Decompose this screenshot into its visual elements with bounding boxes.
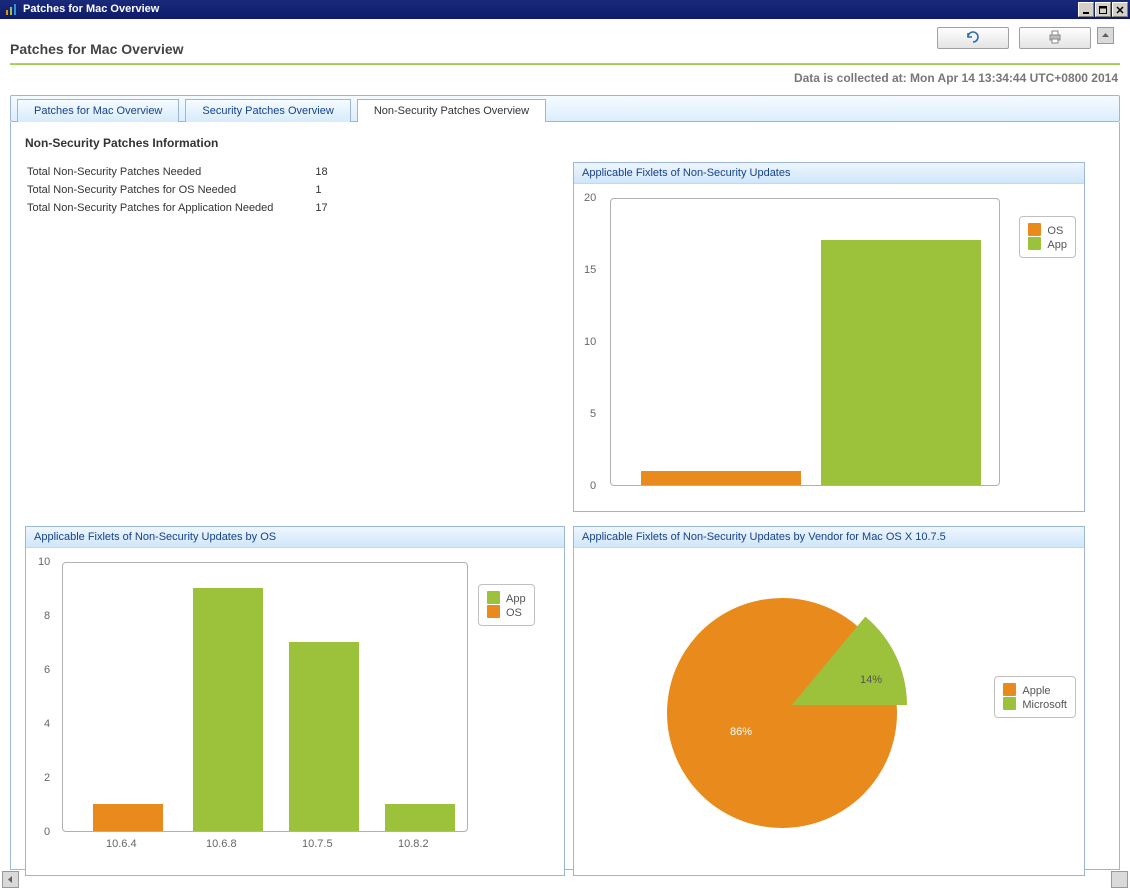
pie-slice-label: 86%	[730, 726, 752, 738]
table-row: Total Non-Security Patches Needed18	[27, 164, 328, 180]
window-title: Patches for Mac Overview	[23, 0, 159, 19]
maximize-button[interactable]	[1095, 2, 1111, 17]
axis-tick: 10.8.2	[398, 838, 429, 850]
legend-swatch	[1003, 697, 1016, 710]
legend-swatch	[1028, 223, 1041, 236]
chart-legend: Apple Microsoft	[994, 676, 1076, 718]
legend-item: App	[487, 591, 526, 605]
legend-label: App	[506, 593, 526, 605]
window-titlebar: Patches for Mac Overview	[0, 0, 1130, 19]
legend-swatch	[487, 591, 500, 604]
legend-label: Apple	[1022, 685, 1050, 697]
pie-chart	[582, 553, 982, 865]
chart-legend: OS App	[1019, 216, 1076, 258]
legend-label: Microsoft	[1022, 699, 1067, 711]
axis-tick: 20	[584, 192, 596, 204]
legend-label: App	[1047, 239, 1067, 251]
bar-10-6-4	[93, 804, 163, 831]
pie-slice-label: 14%	[860, 674, 882, 686]
scroll-left-arrow[interactable]	[2, 871, 19, 888]
axis-tick: 10.7.5	[302, 838, 333, 850]
legend-label: OS	[506, 607, 522, 619]
tab-content: Non-Security Patches Information Total N…	[10, 122, 1120, 870]
legend-item: OS	[487, 605, 526, 619]
bar-10-6-8	[193, 588, 263, 831]
close-button[interactable]	[1112, 2, 1128, 17]
info-value: 1	[275, 182, 327, 198]
axis-tick: 15	[584, 264, 596, 276]
chart-plot-area	[610, 198, 1000, 486]
data-collected-stamp: Data is collected at: Mon Apr 14 13:34:4…	[10, 65, 1120, 95]
chart-legend: App OS	[478, 584, 535, 626]
bar-os	[641, 471, 801, 485]
legend-item: App	[1028, 237, 1067, 251]
info-table: Total Non-Security Patches Needed18 Tota…	[25, 162, 330, 218]
axis-tick: 10.6.8	[206, 838, 237, 850]
chart-panel-fixlets: Applicable Fixlets of Non-Security Updat…	[573, 162, 1085, 512]
legend-item: Microsoft	[1003, 697, 1067, 711]
bar-app	[821, 240, 981, 485]
tab-strip: Patches for Mac Overview Security Patche…	[10, 95, 1120, 122]
refresh-icon	[965, 30, 981, 47]
axis-tick: 0	[590, 480, 596, 492]
legend-swatch	[1003, 683, 1016, 696]
chart-panel-by-vendor: Applicable Fixlets of Non-Security Updat…	[573, 526, 1085, 876]
table-row: Total Non-Security Patches for Applicati…	[27, 200, 328, 216]
axis-tick: 10	[38, 556, 50, 568]
tab-patches-overview[interactable]: Patches for Mac Overview	[17, 99, 179, 122]
panel-title: Applicable Fixlets of Non-Security Updat…	[574, 163, 1084, 184]
print-button[interactable]	[1019, 27, 1091, 49]
legend-label: OS	[1047, 225, 1063, 237]
axis-tick: 10	[584, 336, 596, 348]
legend-item: Apple	[1003, 683, 1067, 697]
section-title: Non-Security Patches Information	[25, 136, 1111, 150]
info-value: 18	[275, 164, 327, 180]
scroll-up-arrow[interactable]	[1097, 27, 1114, 44]
tab-security-patches[interactable]: Security Patches Overview	[185, 99, 350, 122]
legend-swatch	[1028, 237, 1041, 250]
minimize-button[interactable]	[1078, 2, 1094, 17]
info-value: 17	[275, 200, 327, 216]
legend-item: OS	[1028, 223, 1067, 237]
axis-tick: 6	[44, 664, 50, 676]
legend-swatch	[487, 605, 500, 618]
info-label: Total Non-Security Patches Needed	[27, 164, 273, 180]
panel-title: Applicable Fixlets of Non-Security Updat…	[574, 527, 1084, 548]
refresh-button[interactable]	[937, 27, 1009, 49]
axis-tick: 2	[44, 772, 50, 784]
chart-plot-area	[62, 562, 468, 832]
app-icon	[4, 2, 19, 17]
printer-icon	[1047, 30, 1063, 47]
chart-panel-by-os: Applicable Fixlets of Non-Security Updat…	[25, 526, 565, 876]
axis-tick: 0	[44, 826, 50, 838]
scroll-corner	[1111, 871, 1128, 888]
tab-non-security-patches[interactable]: Non-Security Patches Overview	[357, 99, 546, 122]
axis-tick: 5	[590, 408, 596, 420]
bar-10-8-2	[385, 804, 455, 831]
axis-tick: 8	[44, 610, 50, 622]
info-label: Total Non-Security Patches for Applicati…	[27, 200, 273, 216]
panel-title: Applicable Fixlets of Non-Security Updat…	[26, 527, 564, 548]
table-row: Total Non-Security Patches for OS Needed…	[27, 182, 328, 198]
axis-tick: 10.6.4	[106, 838, 137, 850]
axis-tick: 4	[44, 718, 50, 730]
bar-10-7-5	[289, 642, 359, 831]
info-label: Total Non-Security Patches for OS Needed	[27, 182, 273, 198]
